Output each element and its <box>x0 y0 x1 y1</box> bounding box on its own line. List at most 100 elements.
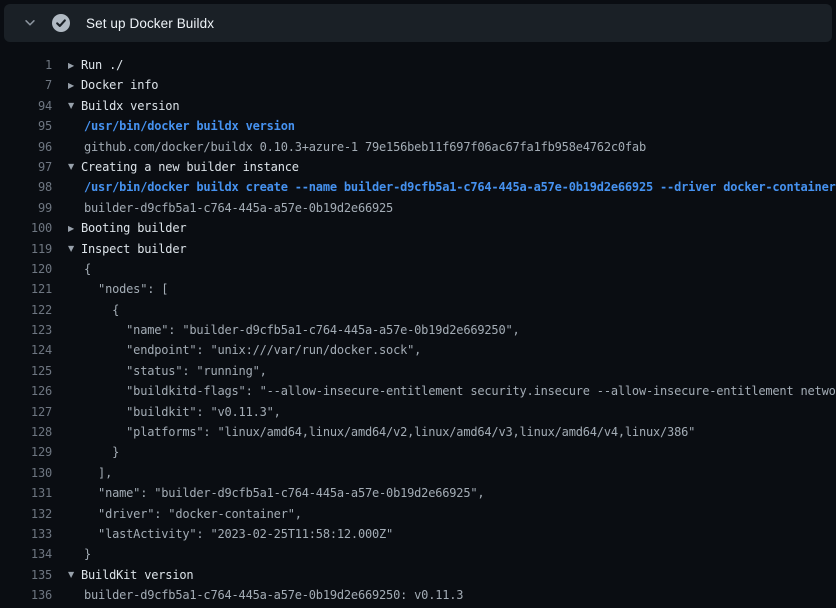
log-line: 135 ▼BuildKit version <box>0 565 836 585</box>
log-line: 132 "driver": "docker-container", <box>0 504 836 524</box>
collapse-step-button[interactable] <box>16 9 44 37</box>
triangle-down-icon[interactable]: ▼ <box>68 157 81 177</box>
step-status-badge <box>48 14 74 32</box>
check-circle-icon <box>52 14 70 32</box>
line-number[interactable]: 98 <box>0 177 52 197</box>
log-line: 121 "nodes": [ <box>0 279 836 299</box>
log: 1▶Run ./7▶Docker info94▼Buildx version95… <box>0 42 836 606</box>
line-number[interactable]: 120 <box>0 259 52 279</box>
line-number[interactable]: 1 <box>0 55 52 75</box>
output-text: ], <box>68 463 112 483</box>
log-line: 124 "endpoint": "unix:///var/run/docker.… <box>0 340 836 360</box>
line-number[interactable]: 124 <box>0 340 52 360</box>
output-text: builder-d9cfb5a1-c764-445a-a57e-0b19d2e6… <box>68 198 393 218</box>
triangle-right-icon[interactable]: ▶ <box>68 76 81 96</box>
log-line: 99 builder-d9cfb5a1-c764-445a-a57e-0b19d2… <box>0 198 836 218</box>
line-number[interactable]: 125 <box>0 361 52 381</box>
log-line: 98/usr/bin/docker buildx create --name b… <box>0 177 836 197</box>
log-line: 125 "status": "running", <box>0 361 836 381</box>
step-title: Set up Docker Buildx <box>86 16 214 31</box>
command-text: /usr/bin/docker buildx version <box>68 116 295 136</box>
line-number[interactable]: 132 <box>0 504 52 524</box>
output-text: "driver": "docker-container", <box>68 504 302 524</box>
output-text: github.com/docker/buildx 0.10.3+azure-1 … <box>68 137 646 157</box>
triangle-down-icon[interactable]: ▼ <box>68 96 81 116</box>
step-header[interactable]: Set up Docker Buildx <box>4 4 832 42</box>
log-group-header[interactable]: ▶Run ./ <box>68 55 123 75</box>
output-text: "platforms": "linux/amd64,linux/amd64/v2… <box>68 422 695 442</box>
output-text: "buildkitd-flags": "--allow-insecure-ent… <box>68 381 836 401</box>
log-line: 1 ▶Run ./ <box>0 55 836 75</box>
line-number[interactable]: 99 <box>0 198 52 218</box>
output-text: "name": "builder-d9cfb5a1-c764-445a-a57e… <box>68 320 520 340</box>
output-text: } <box>68 544 91 564</box>
log-line: 7 ▶Docker info <box>0 75 836 95</box>
group-title: Inspect builder <box>81 242 186 256</box>
log-line: 120 { <box>0 259 836 279</box>
output-text: "name": "builder-d9cfb5a1-c764-445a-a57e… <box>68 483 484 503</box>
line-number[interactable]: 123 <box>0 320 52 340</box>
line-number[interactable]: 95 <box>0 116 52 136</box>
output-text: } <box>68 442 119 462</box>
log-group-header[interactable]: ▼Buildx version <box>68 96 179 116</box>
log-line: 126 "buildkitd-flags": "--allow-insecure… <box>0 381 836 401</box>
line-number[interactable]: 126 <box>0 381 52 401</box>
log-line: 131 "name": "builder-d9cfb5a1-c764-445a-… <box>0 483 836 503</box>
line-number[interactable]: 129 <box>0 442 52 462</box>
log-line: 134} <box>0 544 836 564</box>
chevron-down-icon <box>23 16 37 30</box>
log-line: 96 github.com/docker/buildx 0.10.3+azure-… <box>0 137 836 157</box>
line-number[interactable]: 130 <box>0 463 52 483</box>
log-group-header[interactable]: ▶Docker info <box>68 75 158 95</box>
line-number[interactable]: 134 <box>0 544 52 564</box>
command-text: /usr/bin/docker buildx create --name bui… <box>68 177 836 197</box>
line-number[interactable]: 96 <box>0 137 52 157</box>
log-line: 95/usr/bin/docker buildx version <box>0 116 836 136</box>
group-title: Creating a new builder instance <box>81 160 299 174</box>
log-line: 127 "buildkit": "v0.11.3", <box>0 402 836 422</box>
output-text: "status": "running", <box>68 361 267 381</box>
line-number[interactable]: 121 <box>0 279 52 299</box>
line-number[interactable]: 127 <box>0 402 52 422</box>
output-text: "buildkit": "v0.11.3", <box>68 402 281 422</box>
log-line: 100 ▶Booting builder <box>0 218 836 238</box>
log-line: 97 ▼Creating a new builder instance <box>0 157 836 177</box>
output-text: "nodes": [ <box>68 279 168 299</box>
log-group-header[interactable]: ▼Creating a new builder instance <box>68 157 299 177</box>
log-group-header[interactable]: ▶Booting builder <box>68 218 186 238</box>
line-number[interactable]: 94 <box>0 96 52 116</box>
group-title: Buildx version <box>81 99 179 113</box>
line-number[interactable]: 97 <box>0 157 52 177</box>
output-text: { <box>68 300 119 320</box>
line-number[interactable]: 136 <box>0 585 52 605</box>
line-number[interactable]: 119 <box>0 239 52 259</box>
triangle-right-icon[interactable]: ▶ <box>68 56 81 76</box>
triangle-down-icon[interactable]: ▼ <box>68 239 81 259</box>
triangle-down-icon[interactable]: ▼ <box>68 565 81 585</box>
output-text: "lastActivity": "2023-02-25T11:58:12.000… <box>68 524 393 544</box>
output-text: "endpoint": "unix:///var/run/docker.sock… <box>68 340 421 360</box>
log-line: 119 ▼Inspect builder <box>0 239 836 259</box>
line-number[interactable]: 133 <box>0 524 52 544</box>
group-title: Docker info <box>81 78 158 92</box>
group-title: BuildKit version <box>81 568 193 582</box>
log-line: 123 "name": "builder-d9cfb5a1-c764-445a-… <box>0 320 836 340</box>
log-line: 129 } <box>0 442 836 462</box>
group-title: Booting builder <box>81 221 186 235</box>
log-group-header[interactable]: ▼Inspect builder <box>68 239 186 259</box>
line-number[interactable]: 7 <box>0 75 52 95</box>
line-number[interactable]: 135 <box>0 565 52 585</box>
log-line: 122 { <box>0 300 836 320</box>
triangle-right-icon[interactable]: ▶ <box>68 219 81 239</box>
line-number[interactable]: 131 <box>0 483 52 503</box>
line-number[interactable]: 128 <box>0 422 52 442</box>
line-number[interactable]: 122 <box>0 300 52 320</box>
output-text: builder-d9cfb5a1-c764-445a-a57e-0b19d2e6… <box>68 585 463 605</box>
log-line: 133 "lastActivity": "2023-02-25T11:58:12… <box>0 524 836 544</box>
log-line: 94 ▼Buildx version <box>0 96 836 116</box>
output-text: { <box>68 259 91 279</box>
log-group-header[interactable]: ▼BuildKit version <box>68 565 193 585</box>
line-number[interactable]: 100 <box>0 218 52 238</box>
log-line: 136 builder-d9cfb5a1-c764-445a-a57e-0b19d… <box>0 585 836 605</box>
log-line: 128 "platforms": "linux/amd64,linux/amd6… <box>0 422 836 442</box>
